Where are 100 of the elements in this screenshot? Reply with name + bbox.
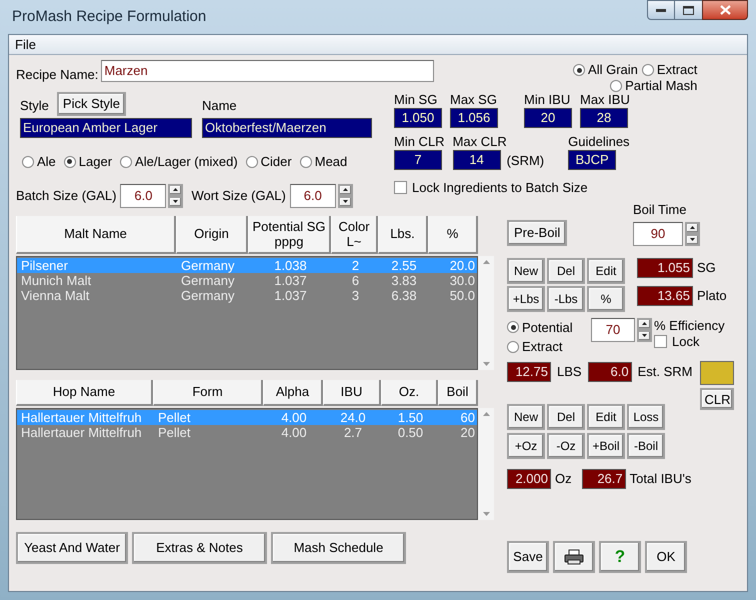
recipe-name-field[interactable]: Marzen — [101, 60, 434, 82]
hop-action-button[interactable]: Edit — [587, 404, 625, 430]
unit-label: Total IBU's — [630, 470, 692, 488]
table-cell-text: 20.0 — [448, 258, 476, 272]
table-cell-text: 3 — [350, 288, 360, 302]
efficiency-mode-radio[interactable]: Extract — [507, 337, 591, 356]
hop-action-button[interactable]: +Boil — [587, 432, 625, 458]
hop-action-button[interactable]: -Oz — [547, 432, 585, 458]
style-name-label: Name — [202, 96, 237, 114]
close-icon — [720, 5, 730, 15]
malt-action-button[interactable]: Edit — [587, 258, 625, 284]
column-header[interactable]: Hop Name — [16, 380, 153, 406]
scroll-up-icon[interactable] — [482, 260, 490, 264]
table-cell-text: Germany — [180, 272, 236, 288]
window-title: ProMash Recipe Formulation — [11, 6, 206, 27]
column-header[interactable]: Oz. — [381, 380, 438, 406]
table-cell-text: 50.0 — [448, 288, 476, 302]
close-button[interactable] — [702, 0, 748, 20]
table-cell-text: Germany — [180, 258, 236, 272]
total-field: 26.7 — [582, 468, 626, 488]
printer-icon — [564, 548, 584, 564]
style-field: European Amber Lager — [20, 118, 192, 138]
spec-label: Min IBU — [524, 91, 572, 108]
spin-down-button[interactable] — [168, 196, 184, 208]
hop-action-button[interactable]: -Boil — [627, 432, 665, 458]
scroll-down-icon[interactable] — [482, 362, 490, 366]
spin-up-button[interactable] — [685, 222, 700, 234]
scroll-down-icon[interactable] — [482, 512, 490, 516]
hop-action-button[interactable]: +Oz — [507, 432, 545, 458]
malt-action-button[interactable]: +Lbs — [507, 286, 545, 312]
spin-down-button[interactable] — [338, 196, 353, 208]
up-arrow-icon — [342, 188, 348, 191]
spin-down-button[interactable] — [685, 234, 700, 246]
recipe-type-radio[interactable]: Extract — [642, 62, 698, 78]
spin-up-button[interactable] — [338, 184, 353, 196]
clr-button[interactable]: CLR — [700, 388, 734, 410]
hop-action-button[interactable]: Loss — [627, 404, 665, 430]
total-field: 12.75 — [507, 362, 551, 382]
column-header[interactable]: Malt Name — [16, 216, 176, 254]
maximize-button[interactable] — [675, 0, 702, 20]
spec-label: Guidelines — [568, 133, 630, 150]
table-cell-text: Pellet — [157, 424, 192, 440]
spin-up-button[interactable] — [637, 318, 652, 330]
menu-item[interactable]: File — [13, 34, 38, 54]
column-header[interactable]: % — [428, 216, 478, 254]
table-cell-text: 30.0 — [448, 272, 476, 288]
spec-field: 7 — [394, 150, 442, 170]
dialog-button[interactable]: Mash Schedule — [271, 532, 406, 564]
beer-type-radio[interactable]: Ale/Lager (mixed) — [120, 152, 238, 172]
column-header[interactable]: Boil — [438, 380, 478, 406]
lock-efficiency-checkbox[interactable]: Lock — [654, 334, 725, 350]
help-button[interactable]: ? — [599, 540, 641, 572]
spin-up-button[interactable] — [168, 184, 184, 196]
column-header[interactable]: Form — [153, 380, 263, 406]
beer-type-radio[interactable]: Lager — [64, 152, 112, 172]
dialog-button[interactable]: Extras & Notes — [132, 532, 267, 564]
column-header[interactable]: Origin — [176, 216, 248, 254]
hop-action-button[interactable]: New — [507, 404, 545, 430]
spec-field: 1.056 — [450, 108, 498, 128]
malt-action-button[interactable]: -Lbs — [547, 286, 585, 312]
spec-label: Max CLR — [452, 133, 508, 150]
pre-boil-button[interactable]: Pre-Boil — [507, 220, 568, 246]
wort-size-field[interactable]: 6.0 — [290, 184, 336, 208]
beer-type-radio[interactable]: Cider — [246, 152, 292, 172]
batch-size-field[interactable]: 6.0 — [120, 184, 166, 208]
column-header[interactable]: Lbs. — [378, 216, 428, 254]
table-cell-text: 1.038 — [273, 258, 308, 272]
recipe-type-radio[interactable]: Partial Mash — [610, 78, 698, 94]
minimize-button[interactable] — [647, 0, 675, 20]
beer-type-radio[interactable]: Mead — [300, 152, 348, 172]
scroll-up-icon[interactable] — [482, 412, 490, 416]
beer-type-radio[interactable]: Ale — [22, 152, 56, 172]
column-header[interactable]: IBU — [323, 380, 381, 406]
down-arrow-icon — [173, 200, 178, 203]
column-header[interactable]: Alpha — [263, 380, 323, 406]
malt-action-button[interactable]: New — [507, 258, 545, 284]
efficiency-mode-radio[interactable]: Potential — [507, 318, 591, 337]
hop-action-button[interactable]: Del — [547, 404, 585, 430]
dialog-button[interactable]: Yeast And Water — [16, 532, 128, 564]
batch-size-label: Batch Size (GAL) — [16, 186, 116, 205]
dialog-button[interactable]: OK — [645, 540, 687, 572]
boil-time-field[interactable]: 90 — [633, 222, 683, 246]
malt-action-button[interactable]: Del — [547, 258, 585, 284]
spec-label: Max IBU — [580, 91, 630, 108]
column-header[interactable]: Color L~ — [331, 216, 378, 254]
column-header[interactable]: Potential SG pppg — [248, 216, 331, 254]
spin-down-button[interactable] — [637, 330, 652, 342]
spec-field: 28 — [580, 108, 628, 128]
total-field: 6.0 — [588, 362, 632, 382]
dialog-button[interactable]: Save — [507, 540, 549, 572]
print-button[interactable] — [553, 540, 595, 572]
efficiency-field[interactable]: 70 — [591, 318, 635, 342]
table-cell-text: 1.037 — [273, 288, 308, 302]
boil-time-label: Boil Time — [633, 201, 688, 219]
pick-style-button[interactable]: Pick Style — [56, 92, 126, 116]
recipe-type-radio[interactable]: All Grain — [573, 62, 638, 78]
malt-action-button[interactable]: % — [587, 286, 625, 312]
table-cell-text: 3.83 — [390, 272, 418, 288]
table-cell-text: Munich Malt — [20, 272, 92, 288]
lock-ingredients-checkbox[interactable]: Lock Ingredients to Batch Size — [394, 178, 630, 198]
